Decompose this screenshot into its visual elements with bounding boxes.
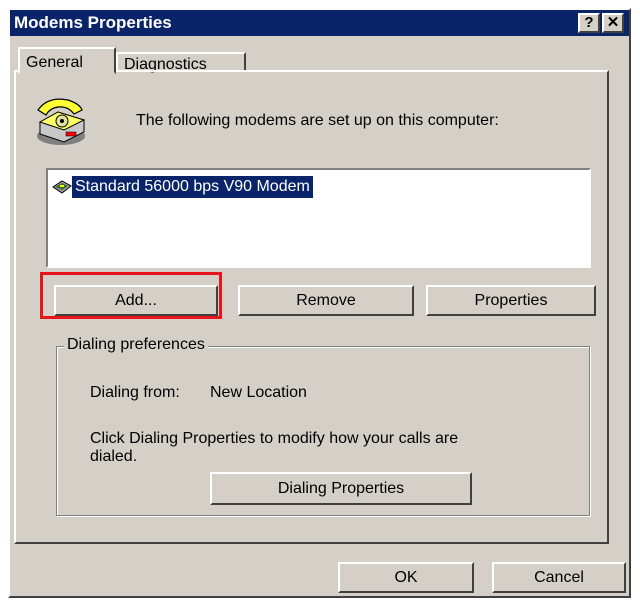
remove-button-label: Remove	[296, 292, 356, 309]
modem-phone-icon	[37, 98, 86, 145]
modem-icon	[52, 180, 72, 194]
properties-button[interactable]: Properties	[426, 285, 596, 316]
highlight-box	[40, 272, 222, 319]
cancel-button-label: Cancel	[534, 569, 584, 586]
tab-general-label: General	[26, 54, 83, 71]
ok-button[interactable]: OK	[338, 562, 474, 593]
help-button[interactable]: ?	[578, 13, 600, 33]
intro-text: The following modems are set up on this …	[136, 112, 499, 129]
remove-button[interactable]: Remove	[238, 285, 414, 316]
dialing-properties-button-label: Dialing Properties	[277, 480, 405, 497]
ok-button-label: OK	[394, 569, 418, 586]
close-icon: ✕	[606, 14, 620, 31]
dialing-hint-line1: Click Dialing Properties to modify how y…	[90, 430, 459, 447]
tab-general[interactable]: General	[18, 47, 116, 74]
properties-button-label: Properties	[474, 292, 548, 309]
help-icon: ?	[584, 14, 594, 31]
window-title: Modems Properties	[14, 13, 172, 32]
dialing-from-label: Dialing from:	[90, 384, 180, 401]
cancel-button[interactable]: Cancel	[492, 562, 626, 593]
title-bar[interactable]: Modems Properties ? ✕	[10, 10, 629, 36]
dialing-properties-button[interactable]: Dialing Properties	[210, 472, 472, 505]
dialing-preferences-label: Dialing preferences	[64, 336, 208, 354]
modem-name: Standard 56000 bps V90 Modem	[72, 176, 313, 198]
dialing-hint-line2: dialed.	[90, 448, 138, 465]
modem-list[interactable]: Standard 56000 bps V90 Modem	[46, 168, 591, 268]
dialing-from-value: New Location	[210, 384, 307, 401]
tab-diagnostics[interactable]: Diagnostics	[116, 52, 246, 73]
list-item[interactable]: Standard 56000 bps V90 Modem	[52, 176, 313, 198]
close-button[interactable]: ✕	[602, 13, 624, 33]
